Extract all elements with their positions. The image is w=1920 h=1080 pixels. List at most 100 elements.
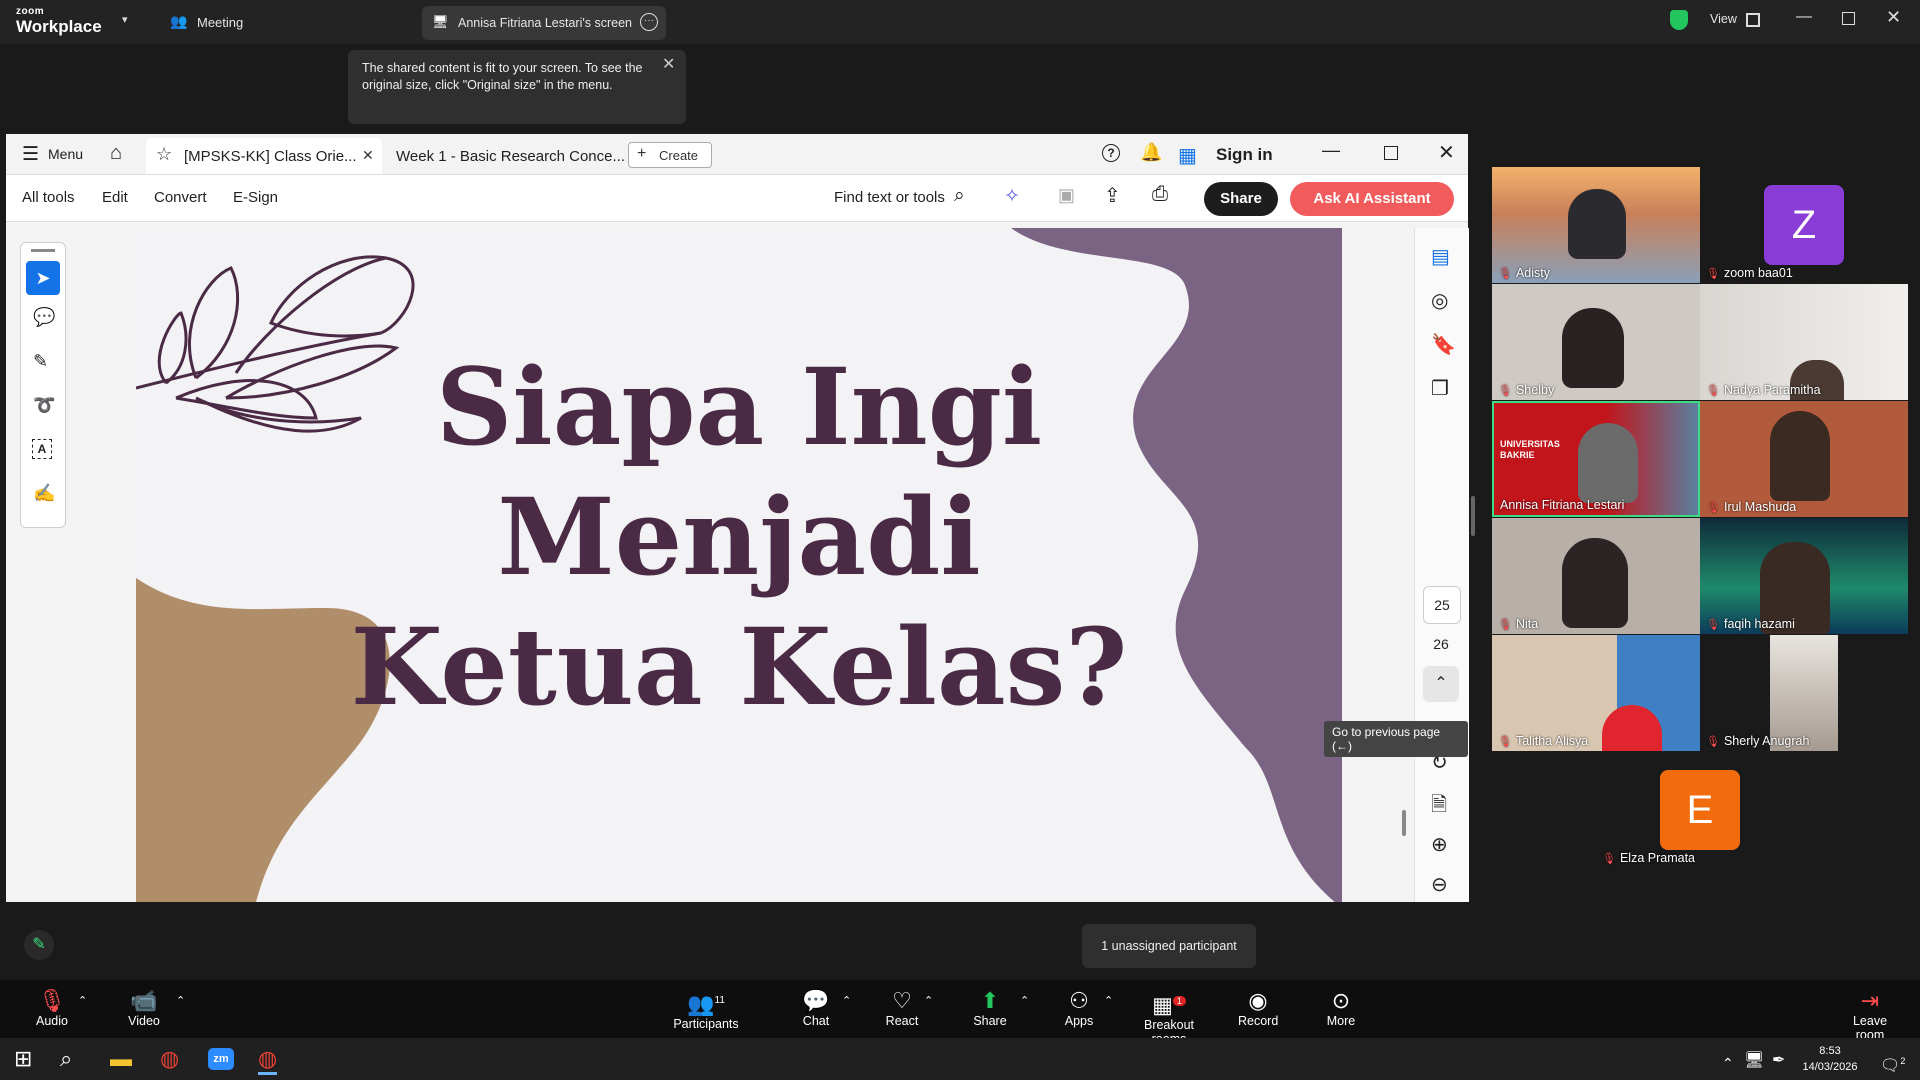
acro-restore-icon[interactable]: [1384, 146, 1398, 160]
ai-panel-icon[interactable]: ▤: [1431, 244, 1450, 269]
close-icon[interactable]: ✕: [1886, 7, 1901, 28]
apps-grid-icon[interactable]: ▦: [1178, 143, 1197, 168]
screen-share-pill[interactable]: 🖥 Annisa Fitriana Lestari's screen ···: [422, 6, 666, 40]
save-icon[interactable]: ▣: [1058, 185, 1075, 206]
mic-muted-icon: 🎙: [1602, 853, 1616, 865]
participant-tile[interactable]: 🎙 Sherly Anugrah: [1700, 635, 1908, 751]
participant-tile[interactable]: 🎙 faqih hazami: [1700, 518, 1908, 634]
star-icon[interactable]: ☆: [156, 144, 172, 165]
react-options-caret[interactable]: ⌃: [924, 994, 933, 1007]
splitter-handle[interactable]: [1471, 496, 1475, 536]
draw-tool-icon[interactable]: ➰: [33, 395, 55, 416]
drag-handle[interactable]: [31, 249, 55, 252]
meeting-label[interactable]: Meeting: [197, 15, 243, 30]
prev-page-icon[interactable]: ⌃: [1423, 666, 1459, 702]
comment-tool-icon[interactable]: 💬: [33, 307, 55, 328]
participant-tile[interactable]: 🎙 Shelby: [1492, 284, 1700, 400]
notification-icon[interactable]: 🗨2: [1880, 1048, 1905, 1079]
restore-icon[interactable]: [1842, 12, 1855, 25]
participant-tile[interactable]: 🎙 Nadya Paramitha: [1700, 284, 1908, 400]
zoom-out-icon[interactable]: ⊖: [1431, 872, 1448, 897]
participants-button[interactable]: 👥11 Participants: [670, 988, 742, 1031]
page-settings-icon[interactable]: 🗎: [1431, 790, 1447, 824]
video-button[interactable]: 📹 Video: [124, 988, 164, 1028]
scrollbar-thumb[interactable]: [1402, 810, 1406, 836]
create-button[interactable]: + Create: [628, 142, 712, 168]
highlight-tool-icon[interactable]: ✎: [33, 351, 48, 372]
audio-button[interactable]: 🎙 Audio: [32, 988, 72, 1028]
video-options-caret[interactable]: ⌃: [176, 994, 185, 1007]
search-icon[interactable]: ⌕: [954, 185, 965, 207]
minimize-icon[interactable]: —: [1796, 8, 1812, 26]
participant-tile[interactable]: 🎙 Talitha Alisya: [1492, 635, 1700, 751]
zoom-in-icon[interactable]: ⊕: [1431, 832, 1448, 857]
tool-edit[interactable]: Edit: [102, 189, 128, 206]
find-text-label[interactable]: Find text or tools: [834, 189, 945, 206]
menu-icon[interactable]: ☰: [22, 143, 39, 166]
page-current[interactable]: 25: [1423, 586, 1461, 624]
upload-icon[interactable]: ⇪: [1104, 183, 1121, 208]
help-icon[interactable]: ?: [1102, 144, 1120, 162]
tab-mpsks[interactable]: ☆ [MPSKS-KK] Class Orie... ✕: [146, 138, 382, 174]
windows-start-icon[interactable]: ⊞: [14, 1046, 32, 1072]
pages-icon[interactable]: ❐: [1431, 376, 1449, 401]
tab-week1[interactable]: Week 1 - Basic Research Conce...: [396, 148, 625, 165]
network-icon[interactable]: 🖥: [1744, 1048, 1764, 1074]
text-box-tool-icon[interactable]: A: [32, 439, 52, 459]
search-icon[interactable]: ⌕: [60, 1046, 72, 1072]
tooltip-close-icon[interactable]: ✕: [662, 54, 675, 74]
participant-tile[interactable]: Z 🎙 zoom baa01: [1700, 167, 1908, 283]
select-tool-icon[interactable]: ➤: [26, 261, 60, 295]
tool-all-tools[interactable]: All tools: [22, 189, 75, 206]
home-icon[interactable]: ⌂: [110, 142, 122, 165]
bookmarks-icon[interactable]: 🔖: [1431, 332, 1456, 357]
view-button[interactable]: View: [1710, 12, 1737, 26]
react-button[interactable]: ♡ React: [884, 988, 920, 1028]
tab-label: [MPSKS-KK] Class Orie...: [184, 148, 357, 165]
share-screen-button[interactable]: ⬆ Share: [972, 988, 1008, 1028]
chrome-active-icon[interactable]: ◍: [258, 1046, 278, 1075]
chat-options-caret[interactable]: ⌃: [842, 994, 851, 1007]
ask-ai-button[interactable]: Ask AI Assistant: [1290, 182, 1454, 216]
sign-tool-icon[interactable]: ✍: [33, 483, 55, 504]
participant-tile[interactable]: 🎙 Irul Mashuda: [1700, 401, 1908, 517]
share-options-caret[interactable]: ⌃: [1020, 994, 1029, 1007]
ai-tools-icon[interactable]: ✧: [1004, 185, 1020, 208]
participant-tile[interactable]: E 🎙 Elza Pramata: [1596, 752, 1804, 868]
participant-tile-active[interactable]: UNIVERSITAS BAKRIE Annisa Fitriana Lesta…: [1492, 401, 1700, 517]
tab-close-icon[interactable]: ✕: [362, 147, 374, 164]
acro-share-button[interactable]: Share: [1204, 182, 1278, 216]
sign-in-button[interactable]: Sign in: [1216, 145, 1273, 165]
security-shield-icon[interactable]: [1670, 10, 1688, 30]
unassigned-participant-badge[interactable]: 1 unassigned participant: [1082, 924, 1256, 968]
audio-options-caret[interactable]: ⌃: [78, 994, 87, 1007]
file-explorer-icon[interactable]: ▬: [110, 1046, 132, 1072]
acro-minimize-icon[interactable]: —: [1322, 140, 1340, 161]
chevron-down-icon[interactable]: ▾: [122, 13, 128, 26]
participant-tile[interactable]: 🎙 Nita: [1492, 518, 1700, 634]
mic-muted-icon: 🎙: [1706, 268, 1720, 280]
annotate-icon[interactable]: ✎: [24, 930, 54, 960]
zoom-app-icon[interactable]: zm: [208, 1048, 234, 1070]
more-options-icon[interactable]: ···: [640, 13, 658, 31]
participant-tile[interactable]: 🎙 Adisty: [1492, 167, 1700, 283]
menu-label[interactable]: Menu: [48, 146, 83, 162]
print-icon[interactable]: ⎙: [1152, 183, 1168, 206]
apps-options-caret[interactable]: ⌃: [1104, 994, 1113, 1007]
chat-button[interactable]: 💬 Chat: [800, 988, 832, 1028]
tray-chevron-icon[interactable]: ⌃: [1722, 1050, 1734, 1076]
tool-esign[interactable]: E-Sign: [233, 189, 278, 206]
apps-button[interactable]: ⚇ Apps: [1064, 988, 1094, 1028]
mic-muted-icon: 🎙: [1498, 619, 1512, 631]
record-button[interactable]: ◉ Record: [1238, 988, 1278, 1028]
tool-convert[interactable]: Convert: [154, 189, 207, 206]
leave-room-button[interactable]: ⇥ Leave room: [1838, 988, 1902, 1042]
chrome-icon[interactable]: ◍: [160, 1046, 179, 1072]
clock[interactable]: 8:53 14/03/2026: [1800, 1043, 1860, 1075]
acro-close-icon[interactable]: ✕: [1438, 140, 1455, 165]
pen-icon[interactable]: ✒: [1772, 1048, 1785, 1074]
more-button[interactable]: ⊙ More: [1324, 988, 1358, 1028]
bell-icon[interactable]: 🔔: [1140, 142, 1162, 163]
comments-panel-icon[interactable]: ◎: [1431, 288, 1448, 313]
page-next[interactable]: 26: [1423, 626, 1459, 662]
